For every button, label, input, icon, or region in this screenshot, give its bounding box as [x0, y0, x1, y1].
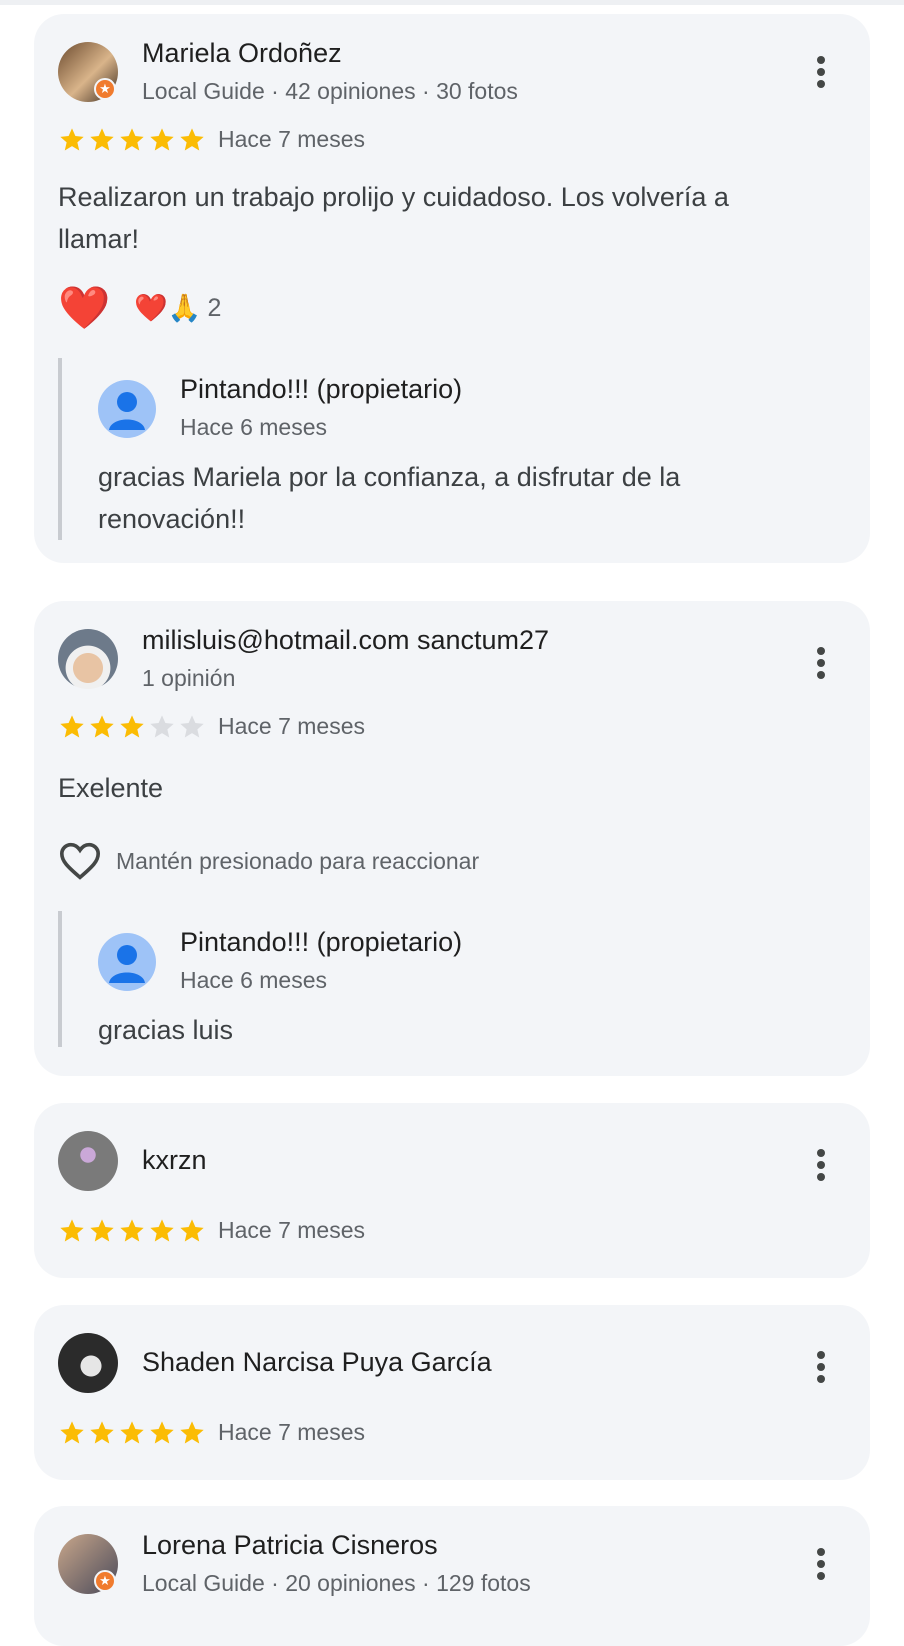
- reviewer-name[interactable]: Shaden Narcisa Puya García: [142, 1347, 492, 1378]
- star-filled-icon: [150, 1421, 174, 1444]
- owner-reply-text: gracias luis: [98, 1015, 234, 1045]
- star-filled-icon: [90, 715, 114, 738]
- more-options-button[interactable]: [806, 1544, 836, 1584]
- star-filled-icon: [120, 128, 144, 151]
- heart-reaction-button[interactable]: ❤️: [58, 282, 110, 334]
- star-filled-icon: [150, 128, 174, 151]
- reviewer-meta: 1 opinión: [142, 665, 236, 691]
- reviewer-meta: Local Guide · 42 opiniones · 30 fotos: [142, 78, 518, 104]
- reaction-row: Mantén presionado para reaccionar: [58, 841, 479, 881]
- star-filled-icon: [90, 1219, 114, 1242]
- star-empty-icon: [180, 715, 204, 738]
- owner-avatar: [98, 380, 156, 438]
- review-date: Hace 7 meses: [218, 1217, 366, 1243]
- star-filled-icon: [180, 1421, 204, 1444]
- star-filled-icon: [60, 128, 84, 151]
- owner-reply-date: Hace 6 meses: [180, 414, 328, 440]
- reviewer-name[interactable]: kxrzn: [142, 1145, 207, 1176]
- reaction-hint: Mantén presionado para reaccionar: [116, 847, 480, 874]
- review-date: Hace 7 meses: [218, 126, 366, 152]
- local-guide-badge-icon: ★: [94, 1570, 116, 1592]
- avatar[interactable]: [58, 1131, 118, 1191]
- star-filled-icon: [90, 128, 114, 151]
- star-rating: [58, 713, 206, 739]
- reviewer-name[interactable]: Lorena Patricia Cisneros: [142, 1530, 438, 1561]
- reaction-count: 2: [207, 293, 222, 322]
- star-filled-icon: [60, 715, 84, 738]
- star-filled-icon: [120, 1421, 144, 1444]
- reviewer-name[interactable]: Mariela Ordoñez: [142, 38, 342, 69]
- reviewer-name[interactable]: milisluis@hotmail.com sanctum27: [142, 625, 549, 656]
- review-text: Exelente: [58, 773, 164, 803]
- star-filled-icon: [180, 128, 204, 151]
- reviewer-meta: Local Guide · 20 opiniones · 129 fotos: [142, 1570, 531, 1596]
- reaction-row: ❤️ ❤️🙏 2: [58, 282, 221, 334]
- star-filled-icon: [120, 1219, 144, 1242]
- star-rating: [58, 1217, 206, 1243]
- review-card: kxrzn Hace 7 meses: [34, 1103, 870, 1278]
- top-divider: [0, 0, 904, 5]
- owner-reply: Pintando!!! (propietario) Hace 6 meses g…: [58, 911, 830, 1047]
- person-icon: [109, 392, 145, 430]
- star-rating: [58, 1419, 206, 1445]
- review-date: Hace 7 meses: [218, 1419, 366, 1445]
- owner-avatar: [98, 933, 156, 991]
- review-card: ★ Mariela Ordoñez Local Guide · 42 opini…: [34, 14, 870, 563]
- more-options-button[interactable]: [806, 52, 836, 92]
- reaction-summary[interactable]: ❤️🙏: [134, 292, 201, 324]
- star-filled-icon: [60, 1421, 84, 1444]
- person-icon: [109, 945, 145, 983]
- more-options-button[interactable]: [806, 1347, 836, 1387]
- review-card: ★ Lorena Patricia Cisneros Local Guide ·…: [34, 1506, 870, 1646]
- review-date: Hace 7 meses: [218, 713, 366, 739]
- star-rating: [58, 126, 206, 152]
- owner-reply-name: Pintando!!! (propietario): [180, 374, 463, 404]
- owner-reply-text: gracias Mariela por la confianza, a disf…: [98, 462, 681, 534]
- star-filled-icon: [180, 1219, 204, 1242]
- review-card: milisluis@hotmail.com sanctum27 1 opinió…: [34, 601, 870, 1076]
- avatar[interactable]: [58, 1333, 118, 1393]
- owner-reply: Pintando!!! (propietario) Hace 6 meses g…: [58, 358, 830, 540]
- star-filled-icon: [120, 715, 144, 738]
- owner-reply-name: Pintando!!! (propietario): [180, 927, 463, 957]
- review-card: Shaden Narcisa Puya García Hace 7 meses: [34, 1305, 870, 1480]
- more-options-button[interactable]: [806, 643, 836, 683]
- star-empty-icon: [150, 715, 174, 738]
- local-guide-badge-icon: ★: [94, 78, 116, 100]
- star-filled-icon: [150, 1219, 174, 1242]
- owner-reply-date: Hace 6 meses: [180, 967, 328, 993]
- more-options-button[interactable]: [806, 1145, 836, 1185]
- star-filled-icon: [60, 1219, 84, 1242]
- star-filled-icon: [90, 1421, 114, 1444]
- review-text: Realizaron un trabajo prolijo y cuidados…: [58, 182, 729, 254]
- avatar[interactable]: [58, 629, 118, 689]
- heart-outline-icon[interactable]: [58, 841, 102, 881]
